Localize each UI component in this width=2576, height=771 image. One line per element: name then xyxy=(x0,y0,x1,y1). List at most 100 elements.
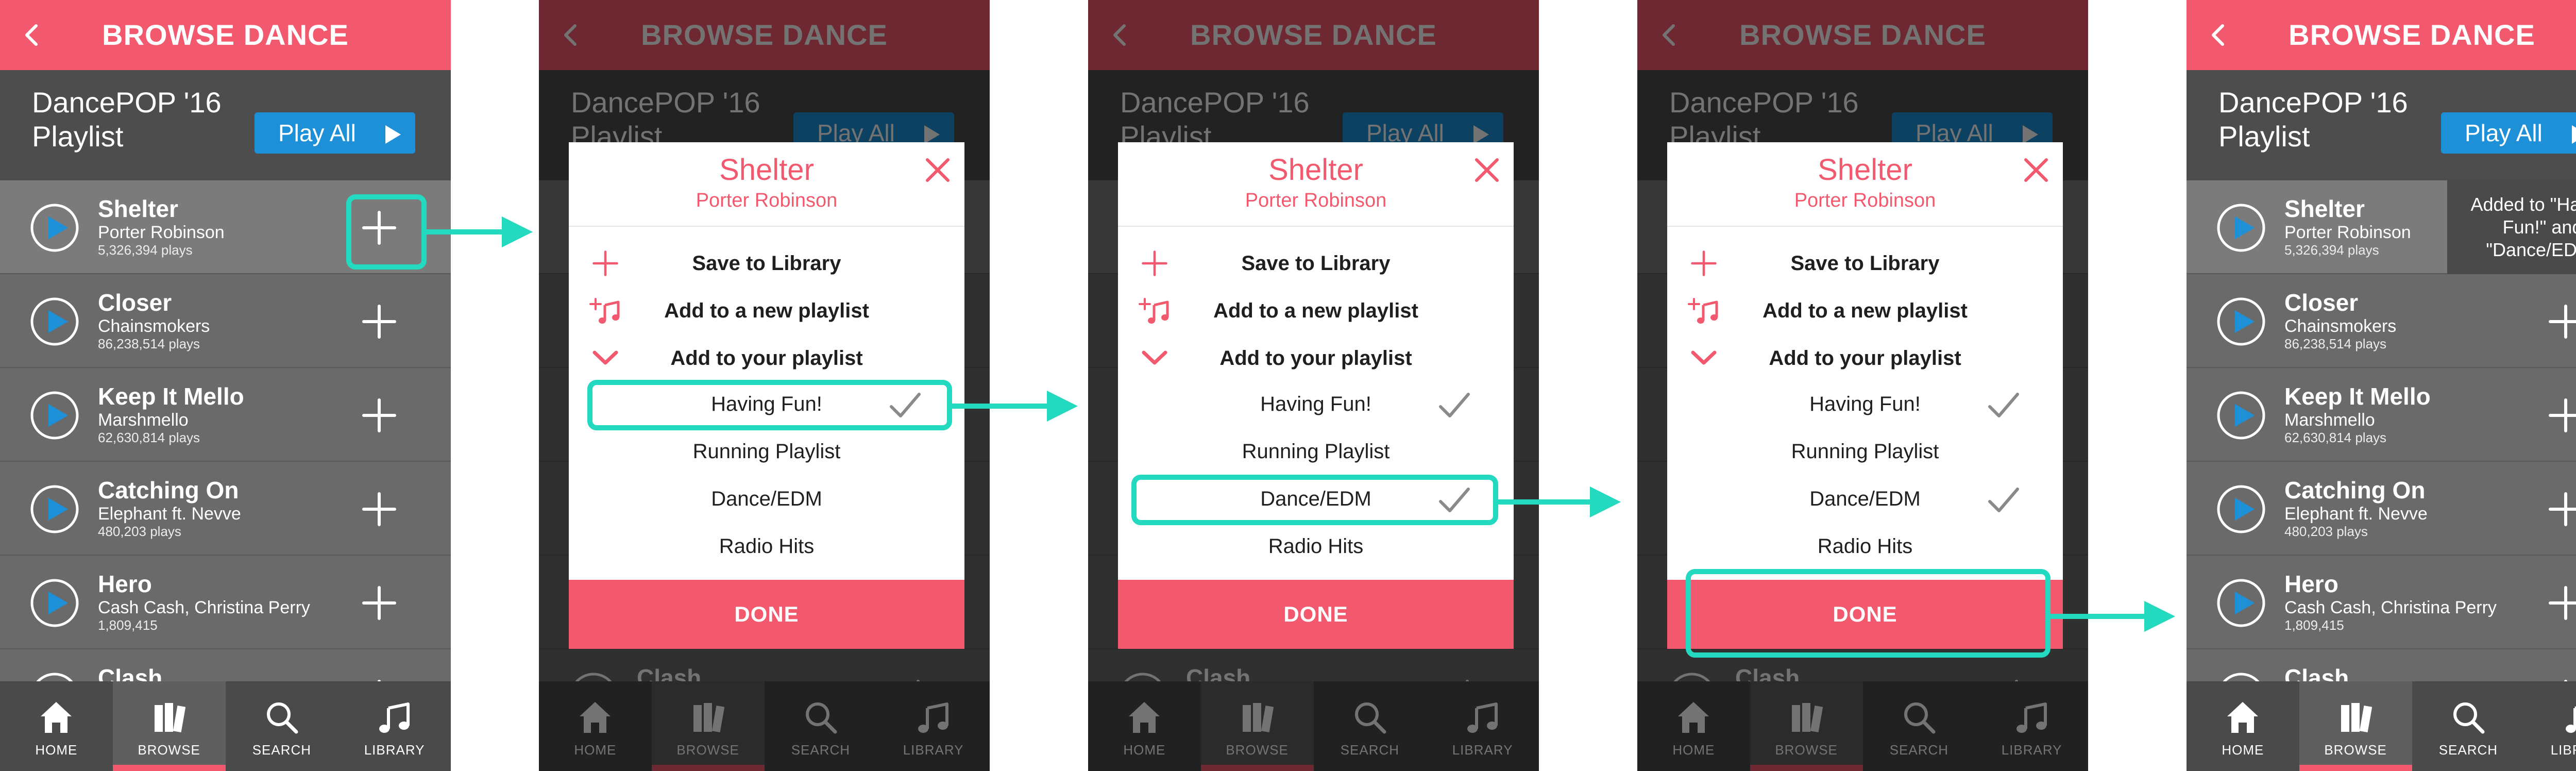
playlist-option[interactable]: Running Playlist xyxy=(1667,428,2063,475)
option-label: Save to Library xyxy=(692,252,841,275)
playlist-option[interactable]: Having Fun! xyxy=(1118,380,1514,428)
playlist-option[interactable]: Radio Hits xyxy=(1118,523,1514,570)
tab-home[interactable]: HOME xyxy=(0,681,113,771)
song-artist: Elephant ft. Nevve xyxy=(2284,504,2428,524)
play-all-button[interactable]: Play All xyxy=(255,112,415,154)
play-circle-icon[interactable] xyxy=(30,203,79,253)
playlist-option-label: Dance/EDM xyxy=(711,488,822,510)
search-icon xyxy=(263,699,300,736)
option-add-to-your-playlist[interactable]: Add to your playlist xyxy=(569,335,964,381)
tab-bar: HOME BROWSE SEARCH LIBRARY xyxy=(0,681,451,771)
play-circle-icon[interactable] xyxy=(2216,391,2266,440)
done-button[interactable]: DONE xyxy=(569,580,964,649)
song-title: Closer xyxy=(98,289,172,316)
song-title: Keep It Mello xyxy=(98,383,244,410)
close-icon[interactable] xyxy=(1473,157,1500,183)
playlist-title: DancePOP '16 Playlist xyxy=(2218,86,2408,153)
option-add-to-a-new-playlist[interactable]: Add to a new playlist xyxy=(1118,288,1514,334)
playlist-option[interactable]: Dance/EDM xyxy=(1667,475,2063,523)
play-circle-icon[interactable] xyxy=(2216,578,2266,628)
playlist-option[interactable]: Having Fun! xyxy=(1667,380,2063,428)
play-all-label: Play All xyxy=(2465,120,2543,146)
add-icon[interactable] xyxy=(2547,491,2576,528)
playlist-option[interactable]: Running Playlist xyxy=(569,428,964,475)
song-artist: Porter Robinson xyxy=(2284,223,2411,242)
tab-label: HOME xyxy=(2222,742,2264,758)
add-icon[interactable] xyxy=(2547,397,2576,434)
song-plays: 86,238,514 plays xyxy=(2284,336,2387,351)
song-row[interactable]: HeroCash Cash, Christina Perry1,809,415 xyxy=(0,556,451,649)
playlist-option-label: Having Fun! xyxy=(1809,393,1921,415)
play-circle-icon[interactable] xyxy=(30,578,79,628)
tab-search[interactable]: SEARCH xyxy=(2412,681,2525,771)
song-title: Hero xyxy=(98,571,152,597)
play-all-button[interactable]: Play All xyxy=(2441,112,2576,154)
song-title: Catching On xyxy=(98,477,239,504)
option-save-to-library[interactable]: Save to Library xyxy=(1118,240,1514,287)
top-bar: BROWSE DANCE xyxy=(2187,0,2576,70)
done-button[interactable]: DONE xyxy=(1118,580,1514,649)
tab-browse[interactable]: BROWSE xyxy=(112,681,226,771)
playlist-header: DancePOP '16 Playlist Play All xyxy=(2187,70,2576,180)
song-row[interactable]: Catching OnElephant ft. Nevve480,203 pla… xyxy=(0,462,451,556)
browse-icon xyxy=(2337,699,2374,736)
playlist-option-label: Running Playlist xyxy=(1791,440,1939,463)
play-circle-icon[interactable] xyxy=(2216,484,2266,534)
song-row[interactable]: Keep It MelloMarshmello62,630,814 plays xyxy=(2187,368,2576,462)
screen-step-3: BROWSE DANCEDancePOP '16 PlaylistPlay Al… xyxy=(1088,0,1539,771)
add-icon[interactable] xyxy=(2547,584,2576,622)
option-label: Add to a new playlist xyxy=(1762,299,1968,322)
add-to-playlist-dialog: Shelter Porter Robinson Save to Library Add… xyxy=(1118,142,1514,649)
close-icon[interactable] xyxy=(2023,157,2049,183)
playlist-option[interactable]: Radio Hits xyxy=(1667,523,2063,570)
option-label: Add to your playlist xyxy=(1769,347,1961,370)
song-row[interactable]: CloserChainsmokers86,238,514 plays xyxy=(0,274,451,368)
playlist-option-label: Running Playlist xyxy=(1242,440,1390,463)
add-icon[interactable] xyxy=(361,584,398,622)
option-save-to-library[interactable]: Save to Library xyxy=(569,240,964,287)
playlist-option[interactable]: Running Playlist xyxy=(1118,428,1514,475)
song-plays: 5,326,394 plays xyxy=(98,242,193,258)
add-icon[interactable] xyxy=(2547,303,2576,340)
play-circle-icon[interactable] xyxy=(30,297,79,346)
close-icon[interactable] xyxy=(924,157,951,183)
tab-home[interactable]: HOME xyxy=(2187,681,2299,771)
play-circle-icon[interactable] xyxy=(30,484,79,534)
add-icon[interactable] xyxy=(361,397,398,434)
song-row[interactable]: CloserChainsmokers86,238,514 plays xyxy=(2187,274,2576,368)
add-icon[interactable] xyxy=(361,491,398,528)
song-plays: 86,238,514 plays xyxy=(98,336,200,351)
check-icon xyxy=(1987,484,2021,513)
play-icon xyxy=(2571,123,2576,144)
playlist-option[interactable]: Radio Hits xyxy=(569,523,964,570)
tab-search[interactable]: SEARCH xyxy=(226,681,338,771)
highlight-done-button xyxy=(1686,569,2050,658)
song-row[interactable]: Keep It MelloMarshmello62,630,814 plays xyxy=(0,368,451,462)
highlight-dance-edm xyxy=(1131,475,1498,525)
song-title: Shelter xyxy=(2284,195,2365,222)
search-icon xyxy=(2450,699,2487,736)
option-save-to-library[interactable]: Save to Library xyxy=(1667,240,2063,287)
song-row[interactable]: Catching OnElephant ft. Nevve480,203 pla… xyxy=(2187,462,2576,556)
tab-label: BROWSE xyxy=(138,742,200,758)
option-add-to-a-new-playlist[interactable]: Add to a new playlist xyxy=(1667,288,2063,334)
add-icon[interactable] xyxy=(361,303,398,340)
tab-library[interactable]: LIBRARY xyxy=(338,681,451,771)
play-circle-icon[interactable] xyxy=(30,391,79,440)
screen-step-1: BROWSE DANCE DancePOP '16 Playlist Play Al… xyxy=(0,0,451,771)
tab-label: HOME xyxy=(35,742,78,758)
storyboard: BROWSE DANCE DancePOP '16 Playlist Play Al… xyxy=(0,0,2576,771)
tab-browse[interactable]: BROWSE xyxy=(2299,681,2412,771)
playlist-header: DancePOP '16 Playlist Play All xyxy=(0,70,451,180)
play-circle-icon[interactable] xyxy=(2216,203,2266,253)
dialog-title: Shelter xyxy=(1268,153,1363,187)
tab-library[interactable]: LIBRARY xyxy=(2524,681,2576,771)
playlist-option[interactable]: Dance/EDM xyxy=(569,475,964,523)
option-add-to-your-playlist[interactable]: Add to your playlist xyxy=(1118,335,1514,381)
music-note-icon xyxy=(376,699,413,736)
option-add-to-a-new-playlist[interactable]: Add to a new playlist xyxy=(569,288,964,334)
option-add-to-your-playlist[interactable]: Add to your playlist xyxy=(1667,335,2063,381)
playlist-option-label: Radio Hits xyxy=(1817,535,1913,558)
play-circle-icon[interactable] xyxy=(2216,297,2266,346)
song-row[interactable]: HeroCash Cash, Christina Perry1,809,415 xyxy=(2187,556,2576,649)
